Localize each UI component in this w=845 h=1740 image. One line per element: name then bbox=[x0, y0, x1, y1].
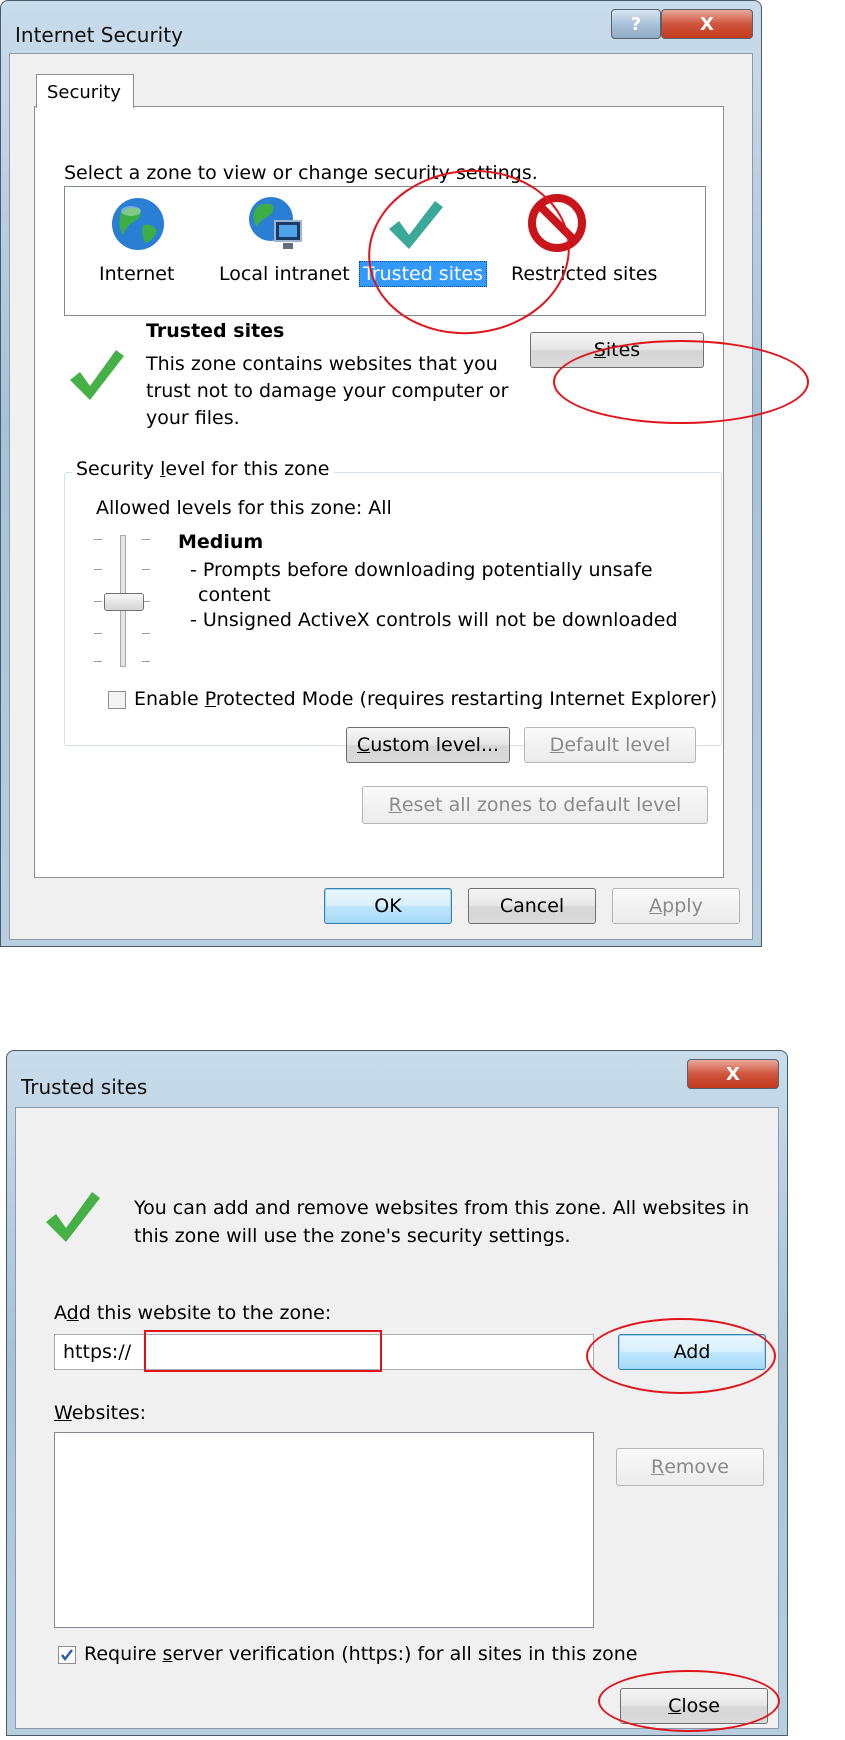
ok-button[interactable]: OK bbox=[324, 888, 452, 924]
label-accel: d bbox=[66, 1302, 79, 1324]
dialog-client-area: You can add and remove websites from thi… bbox=[15, 1107, 779, 1729]
info-line: You can add and remove websites from thi… bbox=[134, 1197, 750, 1219]
slider-tick bbox=[142, 633, 150, 634]
annotation-ellipse-close-button bbox=[598, 1670, 780, 1732]
zone-desc-line: This zone contains websites that you bbox=[146, 353, 498, 375]
green-check-icon bbox=[70, 350, 124, 400]
slider-tick bbox=[142, 569, 150, 570]
label-post: rotected Mode (requires restarting Inter… bbox=[215, 688, 718, 710]
tab-security[interactable]: Security bbox=[36, 74, 134, 108]
label-pre: Require bbox=[84, 1643, 163, 1665]
network-globe-icon bbox=[249, 197, 302, 249]
level-description: - Prompts before downloading potentially… bbox=[190, 558, 678, 633]
remove-button[interactable]: Remove bbox=[616, 1448, 764, 1486]
require-verification-label: Require server verification (https:) for… bbox=[84, 1643, 637, 1665]
slider-tick bbox=[142, 661, 150, 662]
internet-security-window: Internet Security ? X Security Select a … bbox=[0, 0, 762, 947]
label-post: ustom level... bbox=[370, 734, 500, 756]
slider-tick bbox=[94, 633, 102, 634]
slider-tick bbox=[142, 539, 150, 540]
label-accel: C bbox=[356, 734, 371, 756]
label-pre: Security bbox=[76, 458, 161, 480]
slider-thumb[interactable] bbox=[104, 593, 144, 611]
zone-title: Trusted sites bbox=[146, 320, 285, 342]
reset-all-zones-button[interactable]: Reset all zones to default level bbox=[362, 786, 708, 824]
zone-label-internet: Internet bbox=[99, 263, 175, 285]
websites-list[interactable] bbox=[54, 1432, 594, 1628]
cancel-button[interactable]: Cancel bbox=[468, 888, 596, 924]
security-level-group-label: Security level for this zone bbox=[72, 458, 334, 480]
green-check-icon bbox=[46, 1192, 100, 1242]
label-accel: R bbox=[388, 794, 402, 816]
label-post: erver verification (https:) for all site… bbox=[172, 1643, 638, 1665]
zone-label-local-intranet: Local intranet bbox=[219, 263, 350, 285]
level-line: - Prompts before downloading potentially… bbox=[190, 559, 653, 581]
security-level-slider[interactable] bbox=[90, 529, 160, 669]
annotation-rect-url-input bbox=[144, 1330, 382, 1372]
close-button[interactable]: X bbox=[661, 9, 753, 39]
label-post: ebsites: bbox=[71, 1402, 147, 1424]
label-accel: P bbox=[204, 688, 216, 710]
level-line: content bbox=[198, 584, 271, 606]
level-title: Medium bbox=[178, 531, 264, 553]
apply-button[interactable]: Apply bbox=[612, 888, 740, 924]
help-button[interactable]: ? bbox=[611, 9, 661, 39]
custom-level-button[interactable]: Custom level... bbox=[346, 727, 510, 763]
zone-internet[interactable]: Internet bbox=[85, 191, 195, 311]
label-accel: W bbox=[54, 1402, 72, 1424]
annotation-ellipse-add-button bbox=[586, 1318, 776, 1394]
add-website-label: Add this website to the zone: bbox=[54, 1302, 331, 1324]
require-verification-checkbox[interactable] bbox=[58, 1646, 76, 1664]
label-post: efault level bbox=[564, 734, 671, 756]
info-line: this zone will use the zone's security s… bbox=[134, 1225, 571, 1247]
allowed-levels-text: Allowed levels for this zone: All bbox=[96, 497, 392, 519]
slider-tick bbox=[94, 601, 102, 602]
label-pre: A bbox=[54, 1302, 67, 1324]
annotation-ellipse-sites-button bbox=[553, 340, 809, 424]
protected-mode-checkbox[interactable] bbox=[108, 691, 126, 709]
zone-description: This zone contains websites that you tru… bbox=[146, 351, 508, 432]
label-accel: A bbox=[649, 895, 663, 917]
level-line: - Unsigned ActiveX controls will not be … bbox=[190, 609, 678, 631]
label-post: evel for this zone bbox=[165, 458, 330, 480]
label-accel: D bbox=[549, 734, 565, 756]
label-post: emove bbox=[664, 1456, 729, 1478]
zone-local-intranet[interactable]: Local intranet bbox=[205, 191, 350, 311]
window-title: Trusted sites bbox=[21, 1075, 148, 1099]
label-pre: Enable bbox=[134, 688, 205, 710]
slider-tick bbox=[94, 569, 102, 570]
slider-tick bbox=[94, 661, 102, 662]
label-post: eset all zones to default level bbox=[401, 794, 682, 816]
zone-desc-line: your files. bbox=[146, 407, 240, 429]
default-level-button[interactable]: Default level bbox=[524, 727, 696, 763]
websites-label: Websites: bbox=[54, 1402, 146, 1424]
info-text: You can add and remove websites from thi… bbox=[134, 1194, 749, 1250]
close-button[interactable]: X bbox=[687, 1059, 779, 1089]
label-post: d this website to the zone: bbox=[78, 1302, 332, 1324]
slider-tick bbox=[94, 539, 102, 540]
dialog-client-area: Security Select a zone to view or change… bbox=[9, 53, 753, 940]
protected-mode-label: Enable Protected Mode (requires restarti… bbox=[134, 688, 717, 710]
checkmark-icon bbox=[61, 1649, 73, 1661]
label-accel: R bbox=[651, 1456, 665, 1478]
zone-desc-line: trust not to damage your computer or bbox=[146, 380, 509, 402]
window-title: Internet Security bbox=[15, 23, 183, 47]
label-post: pply bbox=[662, 895, 703, 917]
globe-icon bbox=[112, 198, 164, 250]
label-accel: s bbox=[162, 1643, 173, 1665]
